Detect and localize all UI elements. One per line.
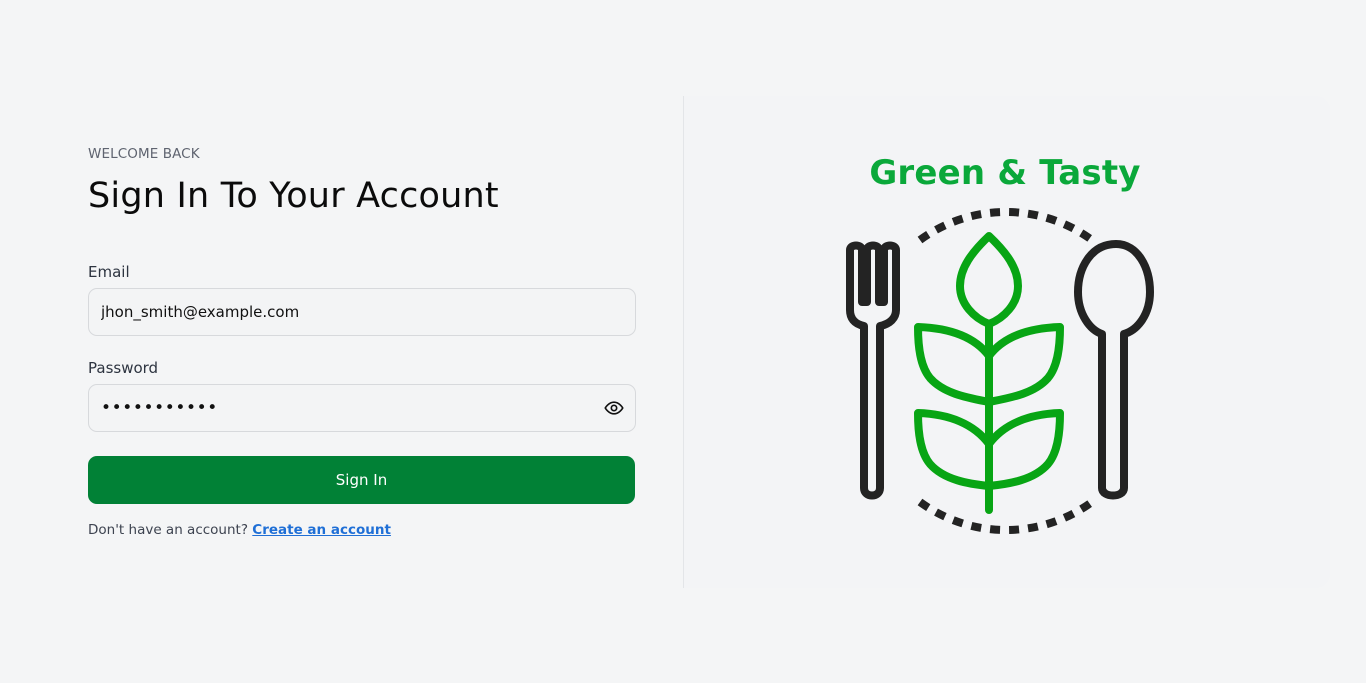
email-label: Email [88,263,130,281]
signup-prompt: Don't have an account? [88,522,248,538]
left-leaf-lower [914,409,993,490]
right-leaf-upper [985,323,1064,406]
password-field[interactable]: ••••••••••• [88,384,636,432]
brand-panel: Green & Tasty [684,96,1330,588]
eye-icon[interactable] [604,398,624,418]
plant-icon [914,232,1064,514]
dashed-ring-bottom [917,498,1095,534]
page-title: Sign In To Your Account [88,176,499,216]
email-field[interactable] [89,289,581,335]
email-field-wrapper [88,288,636,336]
fork-icon [846,241,900,500]
password-label: Password [88,359,159,377]
spoon-icon [1074,240,1154,500]
signup-prompt-row: Don't have an account? Create an account [88,522,391,538]
left-leaf-upper [914,323,993,406]
signin-page: WELCOME BACK Sign In To Your Account Ema… [0,0,1366,683]
welcome-eyebrow: WELCOME BACK [88,146,200,162]
password-value: ••••••••••• [101,398,218,418]
fork-leaf-spoon-logo-icon [846,208,1154,534]
brand-name: Green & Tasty [869,153,1141,193]
right-leaf-lower [985,409,1064,490]
sign-in-button[interactable]: Sign In [88,456,635,504]
create-account-link[interactable]: Create an account [252,522,391,538]
dashed-ring-top [917,208,1095,244]
top-leaf [956,232,1022,328]
